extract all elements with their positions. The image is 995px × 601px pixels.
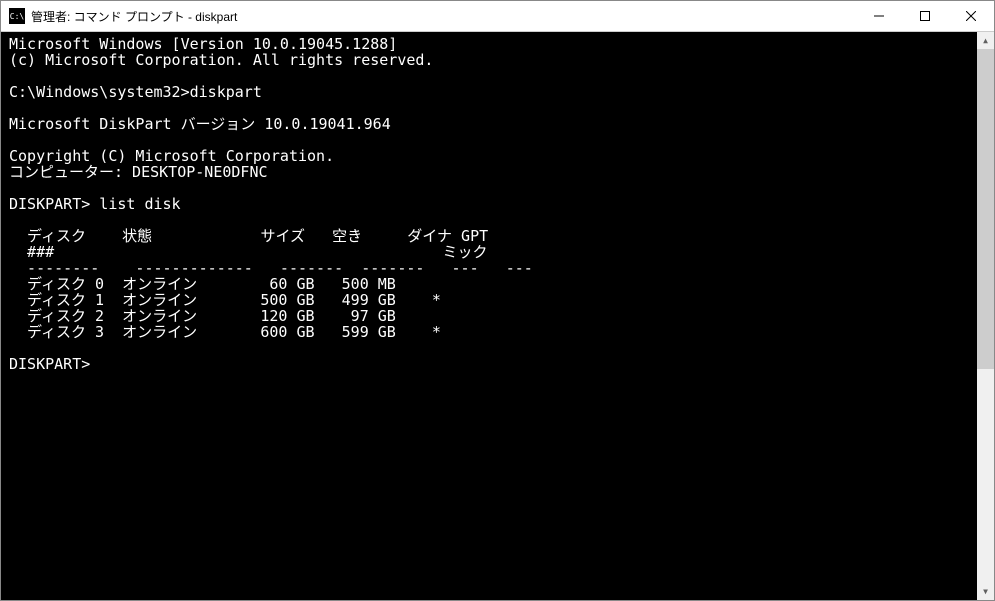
window-controls	[856, 1, 994, 31]
minimize-button[interactable]	[856, 1, 902, 31]
terminal-area: Microsoft Windows [Version 10.0.19045.12…	[1, 31, 994, 600]
maximize-button[interactable]	[902, 1, 948, 31]
command-prompt-window: C:\ 管理者: コマンド プロンプト - diskpart Microsoft…	[0, 0, 995, 601]
minimize-icon	[874, 11, 884, 21]
window-title: 管理者: コマンド プロンプト - diskpart	[31, 8, 856, 25]
scroll-up-button[interactable]: ▲	[977, 32, 994, 49]
scroll-track[interactable]	[977, 49, 994, 583]
scroll-down-button[interactable]: ▼	[977, 583, 994, 600]
scroll-thumb[interactable]	[977, 49, 994, 369]
cmd-icon: C:\	[9, 8, 25, 24]
close-button[interactable]	[948, 1, 994, 31]
vertical-scrollbar[interactable]: ▲ ▼	[977, 32, 994, 600]
close-icon	[966, 11, 976, 21]
terminal-output[interactable]: Microsoft Windows [Version 10.0.19045.12…	[1, 32, 977, 600]
titlebar[interactable]: C:\ 管理者: コマンド プロンプト - diskpart	[1, 1, 994, 31]
maximize-icon	[920, 11, 930, 21]
